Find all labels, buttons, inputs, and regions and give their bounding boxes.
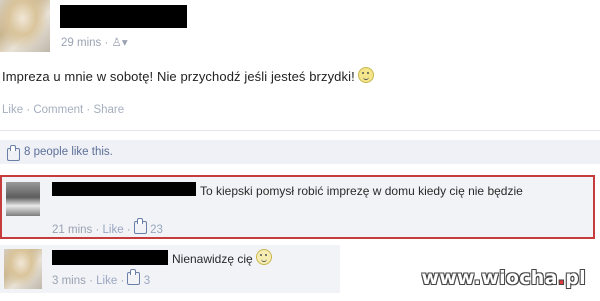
poster-name-redacted <box>60 5 187 28</box>
comment-time[interactable]: 3 mins <box>52 275 86 287</box>
comment-second-content: Nienawidzę cię <box>172 252 253 266</box>
divider <box>0 130 600 131</box>
comment-second-meta: 3 mins · Like · 3 <box>52 269 150 287</box>
smiley-icon <box>255 249 272 265</box>
share-link[interactable]: Share <box>93 104 124 116</box>
post-time[interactable]: 29 mins <box>61 37 101 49</box>
action-separator: · <box>26 104 31 116</box>
comment-highlighted: To kiepski pomysł robić imprezę w domu k… <box>0 175 595 239</box>
post-text: Impreza u mnie w sobotę! Nie przychodź j… <box>2 67 374 84</box>
meta-separator: · <box>126 224 131 236</box>
comment-second <box>0 245 340 293</box>
post-text-content: Impreza u mnie w sobotę! Nie przychodź j… <box>2 69 355 84</box>
commenter-name-redacted <box>52 182 196 196</box>
watermark-brand: wiocha <box>481 267 558 289</box>
watermark-suffix: pl <box>565 267 586 289</box>
like-link[interactable]: Like <box>2 104 23 116</box>
meta-separator: · <box>95 224 100 236</box>
thumbs-up-icon <box>7 145 20 161</box>
post-actions: Like · Comment · Share <box>2 104 124 116</box>
post-meta: 29 mins · ♙▾ <box>61 35 128 49</box>
poster-avatar[interactable] <box>0 0 50 52</box>
comment-like-count[interactable]: 23 <box>150 224 163 236</box>
meta-separator: · <box>104 37 109 49</box>
comment-time[interactable]: 21 mins <box>52 224 92 236</box>
meta-separator: · <box>89 275 93 287</box>
friends-icon[interactable]: ♙▾ <box>112 37 128 49</box>
comment-like-count[interactable]: 3 <box>144 275 150 287</box>
watermark: www.wiocha.pl <box>421 267 586 289</box>
comment-link[interactable]: Comment <box>33 104 83 116</box>
likes-count-link[interactable]: 8 people like this. <box>24 146 113 158</box>
smiley-icon <box>357 67 374 83</box>
likes-bar: 8 people like this. <box>0 140 600 164</box>
comment-second-text: Nienawidzę cię <box>172 249 272 266</box>
comment-like-link[interactable]: Like <box>96 275 117 287</box>
comment-like-link[interactable]: Like <box>103 224 124 236</box>
watermark-prefix: www. <box>421 267 482 289</box>
thumbs-up-icon <box>127 269 141 285</box>
commenter-name-redacted <box>52 250 168 265</box>
meta-separator: · <box>120 275 125 287</box>
action-separator: · <box>86 104 91 116</box>
commenter-avatar[interactable] <box>4 249 42 289</box>
thumbs-up-icon <box>133 218 147 234</box>
comment-meta: 21 mins · Like · 23 <box>52 218 163 236</box>
commenter-avatar[interactable] <box>6 182 40 216</box>
comment-text: To kiepski pomysł robić imprezę w domu k… <box>200 184 523 198</box>
